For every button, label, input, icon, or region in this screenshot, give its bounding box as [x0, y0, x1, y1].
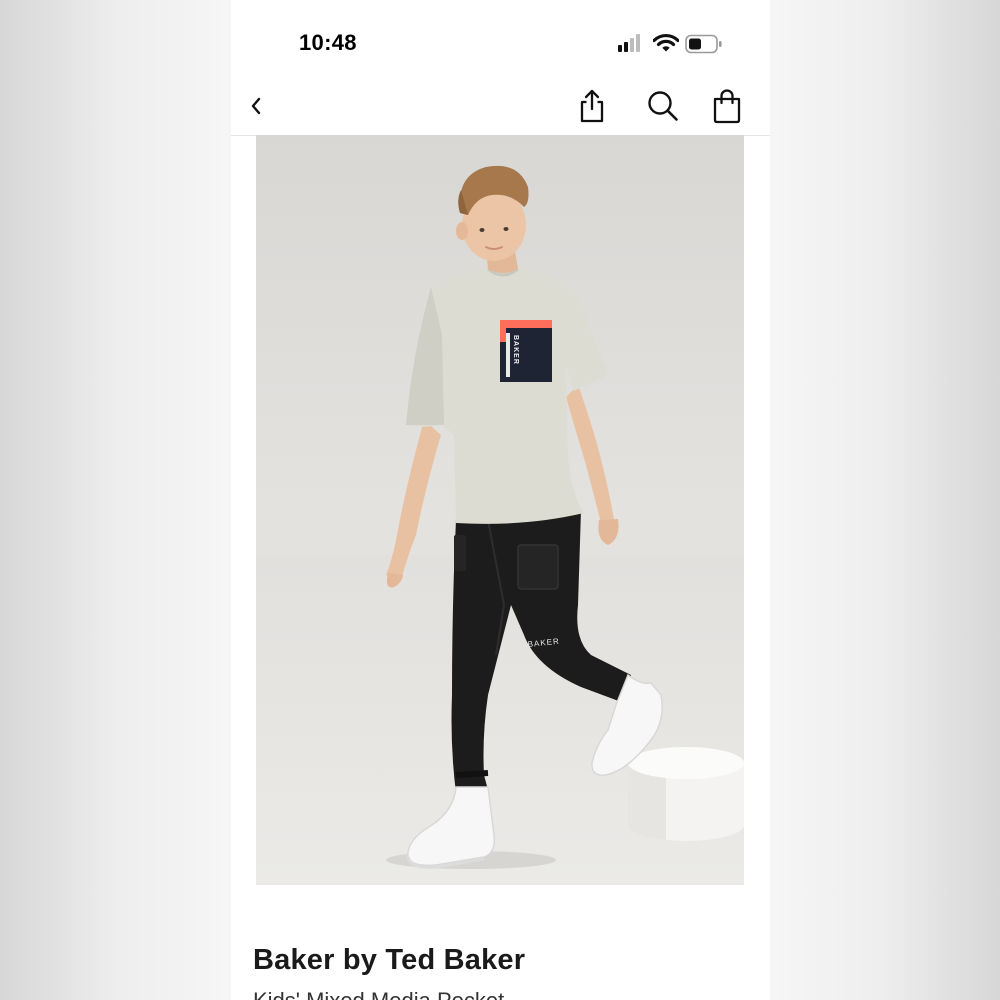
status-time: 10:48 [299, 30, 357, 55]
shopping-bag-icon [713, 89, 741, 124]
search-icon [648, 91, 678, 121]
navigation-bar [231, 80, 770, 136]
chest-pocket: BAKER [500, 320, 552, 382]
share-icon [580, 89, 604, 123]
status-bar: 10:48 [231, 0, 770, 80]
wifi-icon [653, 33, 679, 52]
pedestal [628, 747, 744, 841]
product-image[interactable]: BAKER BAKER [256, 135, 744, 885]
product-photo-illustration: BAKER BAKER [256, 165, 744, 885]
back-chevron-icon [251, 97, 261, 115]
product-title: Kids' Mixed Media Pocket [253, 988, 504, 1000]
product-brand: Baker by Ted Baker [253, 944, 526, 976]
battery-icon [685, 34, 722, 54]
cellular-signal-icon [618, 34, 644, 52]
app-screen: 10:48 BAKER BAKER Baker by Ted Baker [231, 0, 770, 1000]
search-button[interactable] [645, 80, 681, 132]
back-button[interactable] [241, 80, 271, 132]
model-head [456, 165, 529, 273]
share-button[interactable] [574, 80, 610, 132]
pocket-logo-text: BAKER [512, 335, 519, 365]
shopping-bag-button[interactable] [709, 80, 745, 132]
